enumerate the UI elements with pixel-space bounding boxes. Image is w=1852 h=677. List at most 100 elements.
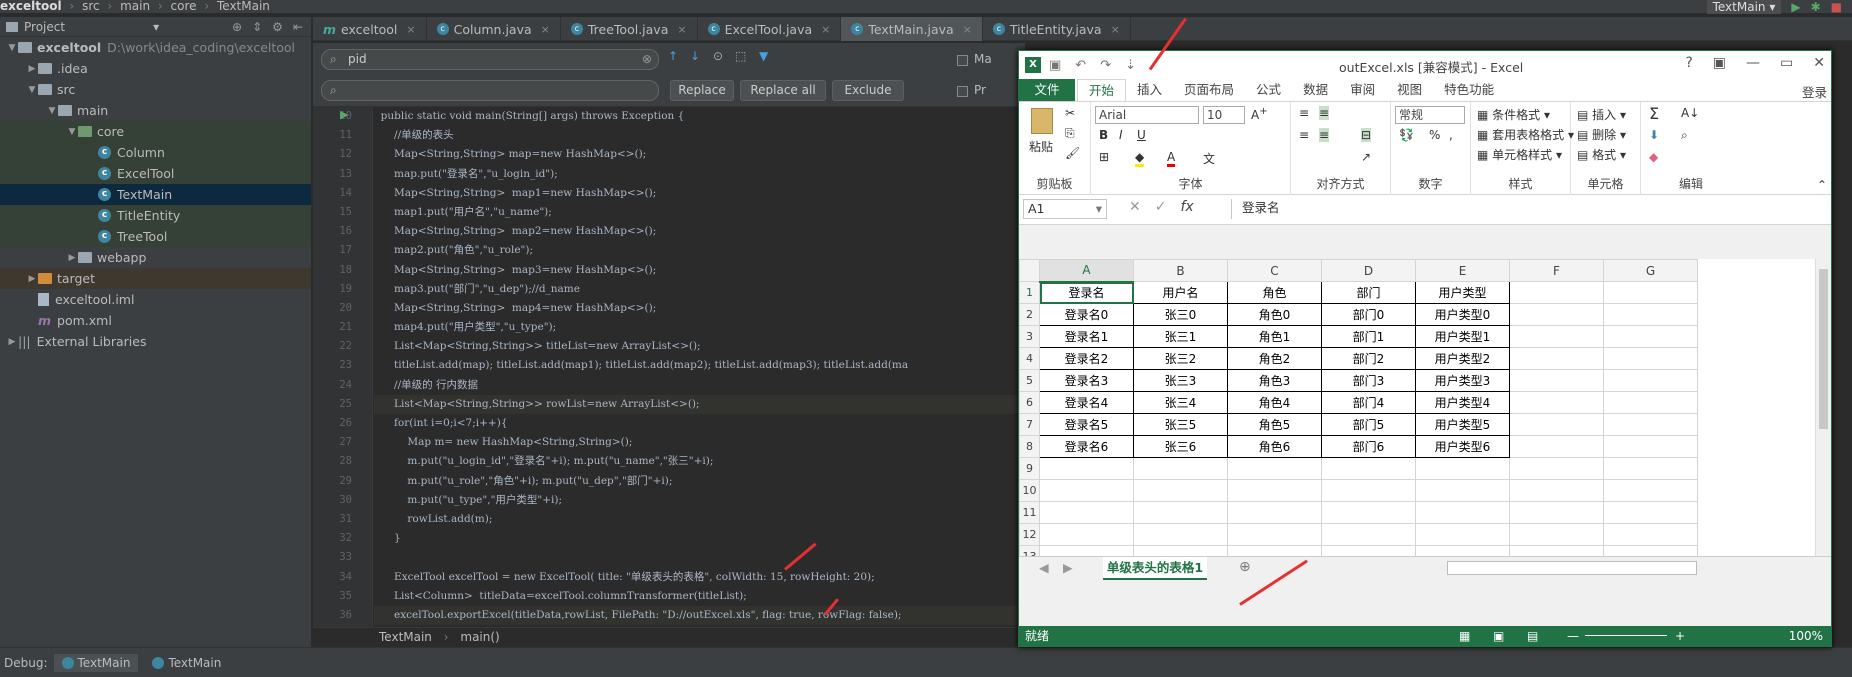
- tree-item[interactable]: ▼ exceltool D:\work\idea_coding\exceltool: [0, 37, 311, 58]
- phonetic-icon[interactable]: 文: [1203, 150, 1215, 167]
- cell[interactable]: [1509, 325, 1604, 348]
- gear-icon[interactable]: ⚙: [272, 20, 283, 34]
- cell[interactable]: [1603, 303, 1698, 326]
- cell[interactable]: [1227, 479, 1322, 502]
- cell[interactable]: [1509, 479, 1604, 502]
- chevron-right-icon[interactable]: ▶: [6, 337, 18, 347]
- zoom-out-icon[interactable]: —: [1567, 626, 1579, 646]
- tree-item[interactable]: exceltool.iml: [0, 289, 311, 310]
- cell[interactable]: 用户类型4: [1415, 391, 1510, 414]
- chevron-right-icon[interactable]: ▶: [26, 64, 38, 74]
- sheet-tab[interactable]: 单级表头的表格1: [1103, 557, 1207, 580]
- cell[interactable]: 用户类型: [1415, 281, 1510, 304]
- enter-icon[interactable]: ✓: [1155, 199, 1167, 215]
- collapse-icon[interactable]: ⇕: [252, 20, 262, 34]
- cell[interactable]: 部门1: [1321, 325, 1416, 348]
- align-left-icon[interactable]: ≡: [1299, 128, 1309, 142]
- cell[interactable]: 张三0: [1133, 303, 1228, 326]
- cell[interactable]: [1415, 479, 1510, 502]
- hide-icon[interactable]: ⇤: [293, 20, 303, 34]
- cell[interactable]: [1415, 523, 1510, 546]
- row-header[interactable]: 10: [1019, 479, 1040, 502]
- cell[interactable]: [1039, 457, 1134, 480]
- login-link[interactable]: 登录: [1802, 82, 1827, 101]
- formula-input[interactable]: 登录名: [1231, 199, 1827, 219]
- cell[interactable]: [1603, 369, 1698, 392]
- column-header[interactable]: A: [1039, 259, 1134, 283]
- cell[interactable]: [1603, 501, 1698, 524]
- close-icon[interactable]: ×: [406, 23, 415, 36]
- editor-tab[interactable]: c ExcelTool.java ×: [698, 17, 842, 41]
- italic-icon[interactable]: I: [1119, 128, 1123, 142]
- paste-button[interactable]: 粘贴: [1029, 138, 1053, 155]
- cell[interactable]: 用户类型1: [1415, 325, 1510, 348]
- close-icon[interactable]: ⊗: [642, 50, 652, 69]
- chevron-right-icon[interactable]: ▶: [26, 274, 38, 284]
- crumb-class[interactable]: TextMain: [379, 630, 432, 644]
- cell[interactable]: [1039, 545, 1134, 556]
- cell[interactable]: 用户类型3: [1415, 369, 1510, 392]
- cell[interactable]: 登录名0: [1039, 303, 1134, 326]
- help-icon[interactable]: ?: [1685, 55, 1692, 71]
- run-icon[interactable]: ▶: [1791, 0, 1800, 14]
- cell[interactable]: [1509, 435, 1604, 458]
- cell[interactable]: [1133, 457, 1228, 480]
- cell[interactable]: 用户类型0: [1415, 303, 1510, 326]
- cell[interactable]: [1039, 479, 1134, 502]
- underline-icon[interactable]: U: [1137, 128, 1146, 142]
- cell[interactable]: [1603, 281, 1698, 304]
- cell[interactable]: 部门5: [1321, 413, 1416, 436]
- cell[interactable]: 角色6: [1227, 435, 1322, 458]
- cell[interactable]: [1509, 523, 1604, 546]
- cell[interactable]: 张三5: [1133, 413, 1228, 436]
- font-name-select[interactable]: Arial: [1095, 106, 1199, 124]
- debug-tab[interactable]: TextMain: [53, 653, 139, 672]
- paste-icon[interactable]: [1031, 108, 1053, 134]
- border-icon[interactable]: ⊞: [1099, 150, 1109, 164]
- code-editor[interactable]: public static void main(String[] args) t…: [374, 107, 1024, 627]
- column-header[interactable]: C: [1227, 259, 1322, 282]
- minimize-icon[interactable]: —: [1746, 55, 1760, 71]
- tab-formulas[interactable]: 公式: [1245, 79, 1292, 101]
- tree-item[interactable]: m pom.xml: [0, 310, 311, 331]
- vertical-scrollbar[interactable]: [1815, 259, 1831, 556]
- locate-icon[interactable]: ⊕: [232, 20, 242, 34]
- tree-item[interactable]: c TextMain: [0, 184, 311, 205]
- tree-item[interactable]: ▶ ||| External Libraries: [0, 331, 311, 352]
- replace-input[interactable]: ⌕: [321, 80, 659, 101]
- align-center-icon[interactable]: ≡: [1319, 128, 1330, 142]
- editor-tab[interactable]: c TreeTool.java ×: [561, 17, 698, 41]
- cell[interactable]: [1415, 501, 1510, 524]
- nav-crumb-src[interactable]: src: [82, 0, 100, 12]
- tree-item[interactable]: c Column: [0, 142, 311, 163]
- cell[interactable]: [1603, 435, 1698, 458]
- cell[interactable]: [1227, 457, 1322, 480]
- collapse-ribbon-icon[interactable]: ⌃: [1817, 178, 1827, 192]
- chevron-down-icon[interactable]: ▼: [66, 127, 78, 137]
- debug-icon[interactable]: ✱: [1811, 0, 1821, 14]
- redo-icon[interactable]: ↷: [1100, 58, 1111, 73]
- row-header[interactable]: 2: [1019, 303, 1040, 326]
- row-header[interactable]: 5: [1019, 369, 1040, 392]
- undo-icon[interactable]: ↶: [1075, 58, 1086, 73]
- cell[interactable]: 用户类型5: [1415, 413, 1510, 436]
- cell[interactable]: [1509, 545, 1604, 556]
- cell[interactable]: 部门4: [1321, 391, 1416, 414]
- orientation-icon[interactable]: ↗: [1361, 150, 1371, 164]
- tree-item[interactable]: ▶ webapp: [0, 247, 311, 268]
- cell[interactable]: 角色3: [1227, 369, 1322, 392]
- cell[interactable]: [1227, 545, 1322, 556]
- nav-crumb-main[interactable]: main: [120, 0, 150, 12]
- cell[interactable]: 角色2: [1227, 347, 1322, 370]
- cell[interactable]: 部门6: [1321, 435, 1416, 458]
- cell[interactable]: 登录名4: [1039, 391, 1134, 414]
- cell[interactable]: [1415, 545, 1510, 556]
- exclude-button[interactable]: Exclude: [832, 80, 904, 101]
- align-top-icon[interactable]: ≡: [1299, 106, 1309, 120]
- tab-data[interactable]: 数据: [1292, 79, 1339, 101]
- cell[interactable]: 部门3: [1321, 369, 1416, 392]
- search-input[interactable]: ⌕ pid ⊗: [321, 49, 659, 70]
- horizontal-scrollbar[interactable]: [1447, 561, 1697, 575]
- tab-page-layout[interactable]: 页面布局: [1173, 79, 1245, 101]
- cell[interactable]: 张三1: [1133, 325, 1228, 348]
